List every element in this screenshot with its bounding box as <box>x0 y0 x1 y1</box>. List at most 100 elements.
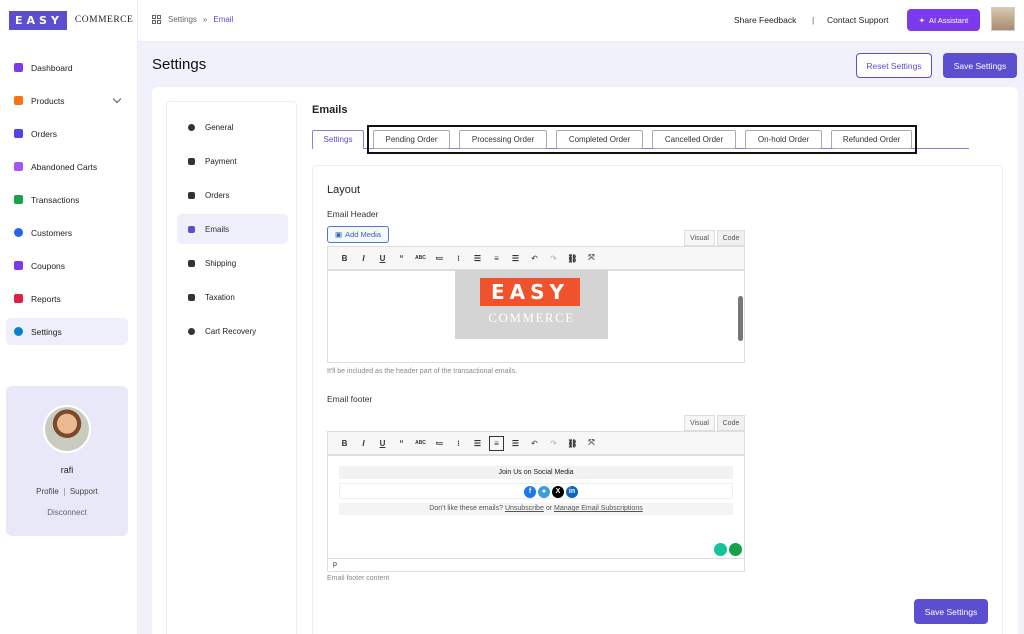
undo-icon[interactable]: ↶ <box>525 439 544 448</box>
section-title: Emails <box>312 104 348 116</box>
fullscreen-icon[interactable]: ⤧ <box>582 438 601 448</box>
breadcrumb-parent[interactable]: Settings <box>168 15 197 24</box>
sidebar-item-label: Transactions <box>31 194 80 205</box>
contact-support-link[interactable]: Contact Support <box>827 15 888 25</box>
settings-nav-orders[interactable]: Orders <box>177 180 288 210</box>
bullet-list-icon[interactable]: ≔ <box>430 254 449 263</box>
link-icon[interactable]: ⛓ <box>563 254 582 263</box>
unsubscribe-row: Don't like these emails? Unsubscribe or … <box>339 503 733 515</box>
strikethrough-icon[interactable]: ABC <box>411 255 430 261</box>
grammarly-suggest-icon[interactable] <box>714 543 727 556</box>
numbered-list-icon[interactable]: ⁝ <box>449 439 468 448</box>
footer-editor-toolbar: B I U “ ABC ≔ ⁝ ☰ ≡ ☰ ↶ ↷ ⛓ ⤧ <box>327 431 745 455</box>
settings-nav-label: Orders <box>205 190 230 200</box>
page-title: Settings <box>152 56 207 73</box>
sidebar-item-reports[interactable]: Reports <box>6 285 128 312</box>
user-avatar[interactable] <box>991 7 1015 31</box>
facebook-icon[interactable]: f <box>524 486 536 498</box>
mail-icon <box>188 225 195 233</box>
numbered-list-icon[interactable]: ⁝ <box>449 254 468 263</box>
header-logo-image[interactable]: EASY COMMERCE <box>455 270 608 339</box>
bag-icon <box>188 191 195 199</box>
quote-icon[interactable]: “ <box>392 254 411 263</box>
settings-nav-cart-recovery[interactable]: Cart Recovery <box>177 316 288 346</box>
chevron-down-icon[interactable] <box>112 94 122 104</box>
align-center-icon[interactable]: ≡ <box>489 435 504 451</box>
sidebar-item-orders[interactable]: Orders <box>6 120 128 147</box>
sparkle-icon: ✦ <box>918 15 926 25</box>
linkedin-icon[interactable]: in <box>566 486 578 498</box>
scroll-thumb[interactable] <box>738 296 743 341</box>
redo-icon[interactable]: ↷ <box>544 254 563 263</box>
save-settings-bottom-button[interactable]: Save Settings <box>914 599 988 624</box>
unsubscribe-link[interactable]: Unsubscribe <box>505 505 544 512</box>
sidebar-item-settings[interactable]: Settings <box>6 318 128 345</box>
save-settings-button[interactable]: Save Settings <box>943 53 1017 78</box>
bold-icon[interactable]: B <box>335 254 354 263</box>
orders-icon <box>14 129 23 138</box>
bold-icon[interactable]: B <box>335 439 354 448</box>
italic-icon[interactable]: I <box>354 254 373 263</box>
sidebar-item-products[interactable]: Products <box>6 87 128 114</box>
breadcrumb-separator: » <box>202 15 208 24</box>
underline-icon[interactable]: U <box>373 254 392 263</box>
profile-link[interactable]: Profile <box>36 487 59 496</box>
header-visual-tab[interactable]: Visual <box>684 230 715 246</box>
sidebar-item-coupons[interactable]: Coupons <box>6 252 128 279</box>
header-hint: It'll be included as the header part of … <box>327 368 518 375</box>
sidebar: EASY COMMERCE Dashboard Products Orders … <box>0 0 138 634</box>
settings-nav-taxation[interactable]: Taxation <box>177 282 288 312</box>
shipping-icon <box>188 259 195 267</box>
sidebar-item-dashboard[interactable]: Dashboard <box>6 54 128 81</box>
quote-icon[interactable]: “ <box>392 439 411 448</box>
footer-code-tab[interactable]: Code <box>717 415 745 431</box>
tab-settings[interactable]: Settings <box>312 130 364 149</box>
bullet-list-icon[interactable]: ≔ <box>430 439 449 448</box>
reports-icon <box>14 294 23 303</box>
gear-icon <box>14 327 23 336</box>
settings-nav-general[interactable]: General <box>177 112 288 142</box>
payment-icon <box>188 157 195 165</box>
align-center-icon[interactable]: ≡ <box>487 254 506 263</box>
disconnect-link[interactable]: Disconnect <box>6 508 128 517</box>
add-media-button[interactable]: ▣ Add Media <box>327 226 389 243</box>
align-right-icon[interactable]: ☰ <box>506 439 525 448</box>
ai-assistant-button[interactable]: ✦ AI Assistant <box>907 9 980 31</box>
header-logo-easy: EASY <box>480 278 580 306</box>
footer-visual-tab[interactable]: Visual <box>684 415 715 431</box>
italic-icon[interactable]: I <box>354 439 373 448</box>
unsub-prefix: Don't like these emails? <box>429 505 503 512</box>
share-feedback-link[interactable]: Share Feedback <box>734 15 796 25</box>
align-right-icon[interactable]: ☰ <box>506 254 525 263</box>
grammarly-icon[interactable] <box>729 543 742 556</box>
underline-icon[interactable]: U <box>373 439 392 448</box>
settings-nav-emails[interactable]: Emails <box>177 214 288 244</box>
align-left-icon[interactable]: ☰ <box>468 254 487 263</box>
settings-nav-label: Payment <box>205 156 237 166</box>
community-icon[interactable]: ● <box>538 486 550 498</box>
add-media-label: Add Media <box>345 230 381 239</box>
settings-nav-label: Emails <box>205 224 230 234</box>
sidebar-item-customers[interactable]: Customers <box>6 219 128 246</box>
redo-icon[interactable]: ↷ <box>544 439 563 448</box>
manage-subscriptions-link[interactable]: Manage Email Subscriptions <box>554 505 643 512</box>
avatar[interactable] <box>43 405 91 453</box>
cart-icon <box>14 162 23 171</box>
header-code-tab[interactable]: Code <box>717 230 745 246</box>
brand-logo[interactable]: EASY COMMERCE <box>9 10 133 30</box>
sidebar-item-abandoned-carts[interactable]: Abandoned Carts <box>6 153 128 180</box>
sidebar-item-transactions[interactable]: Transactions <box>6 186 128 213</box>
reset-settings-button[interactable]: Reset Settings <box>856 53 932 78</box>
undo-icon[interactable]: ↶ <box>525 254 544 263</box>
gear-icon <box>188 123 195 131</box>
header-editor-toolbar: B I U “ ABC ≔ ⁝ ☰ ≡ ☰ ↶ ↷ ⛓ ⤧ <box>327 246 745 270</box>
support-link[interactable]: Support <box>70 487 98 496</box>
grid-icon <box>152 15 161 24</box>
x-icon[interactable]: X <box>552 486 564 498</box>
align-left-icon[interactable]: ☰ <box>468 439 487 448</box>
settings-nav-shipping[interactable]: Shipping <box>177 248 288 278</box>
link-icon[interactable]: ⛓ <box>563 439 582 448</box>
strikethrough-icon[interactable]: ABC <box>411 440 430 446</box>
fullscreen-icon[interactable]: ⤧ <box>582 253 601 263</box>
settings-nav-payment[interactable]: Payment <box>177 146 288 176</box>
